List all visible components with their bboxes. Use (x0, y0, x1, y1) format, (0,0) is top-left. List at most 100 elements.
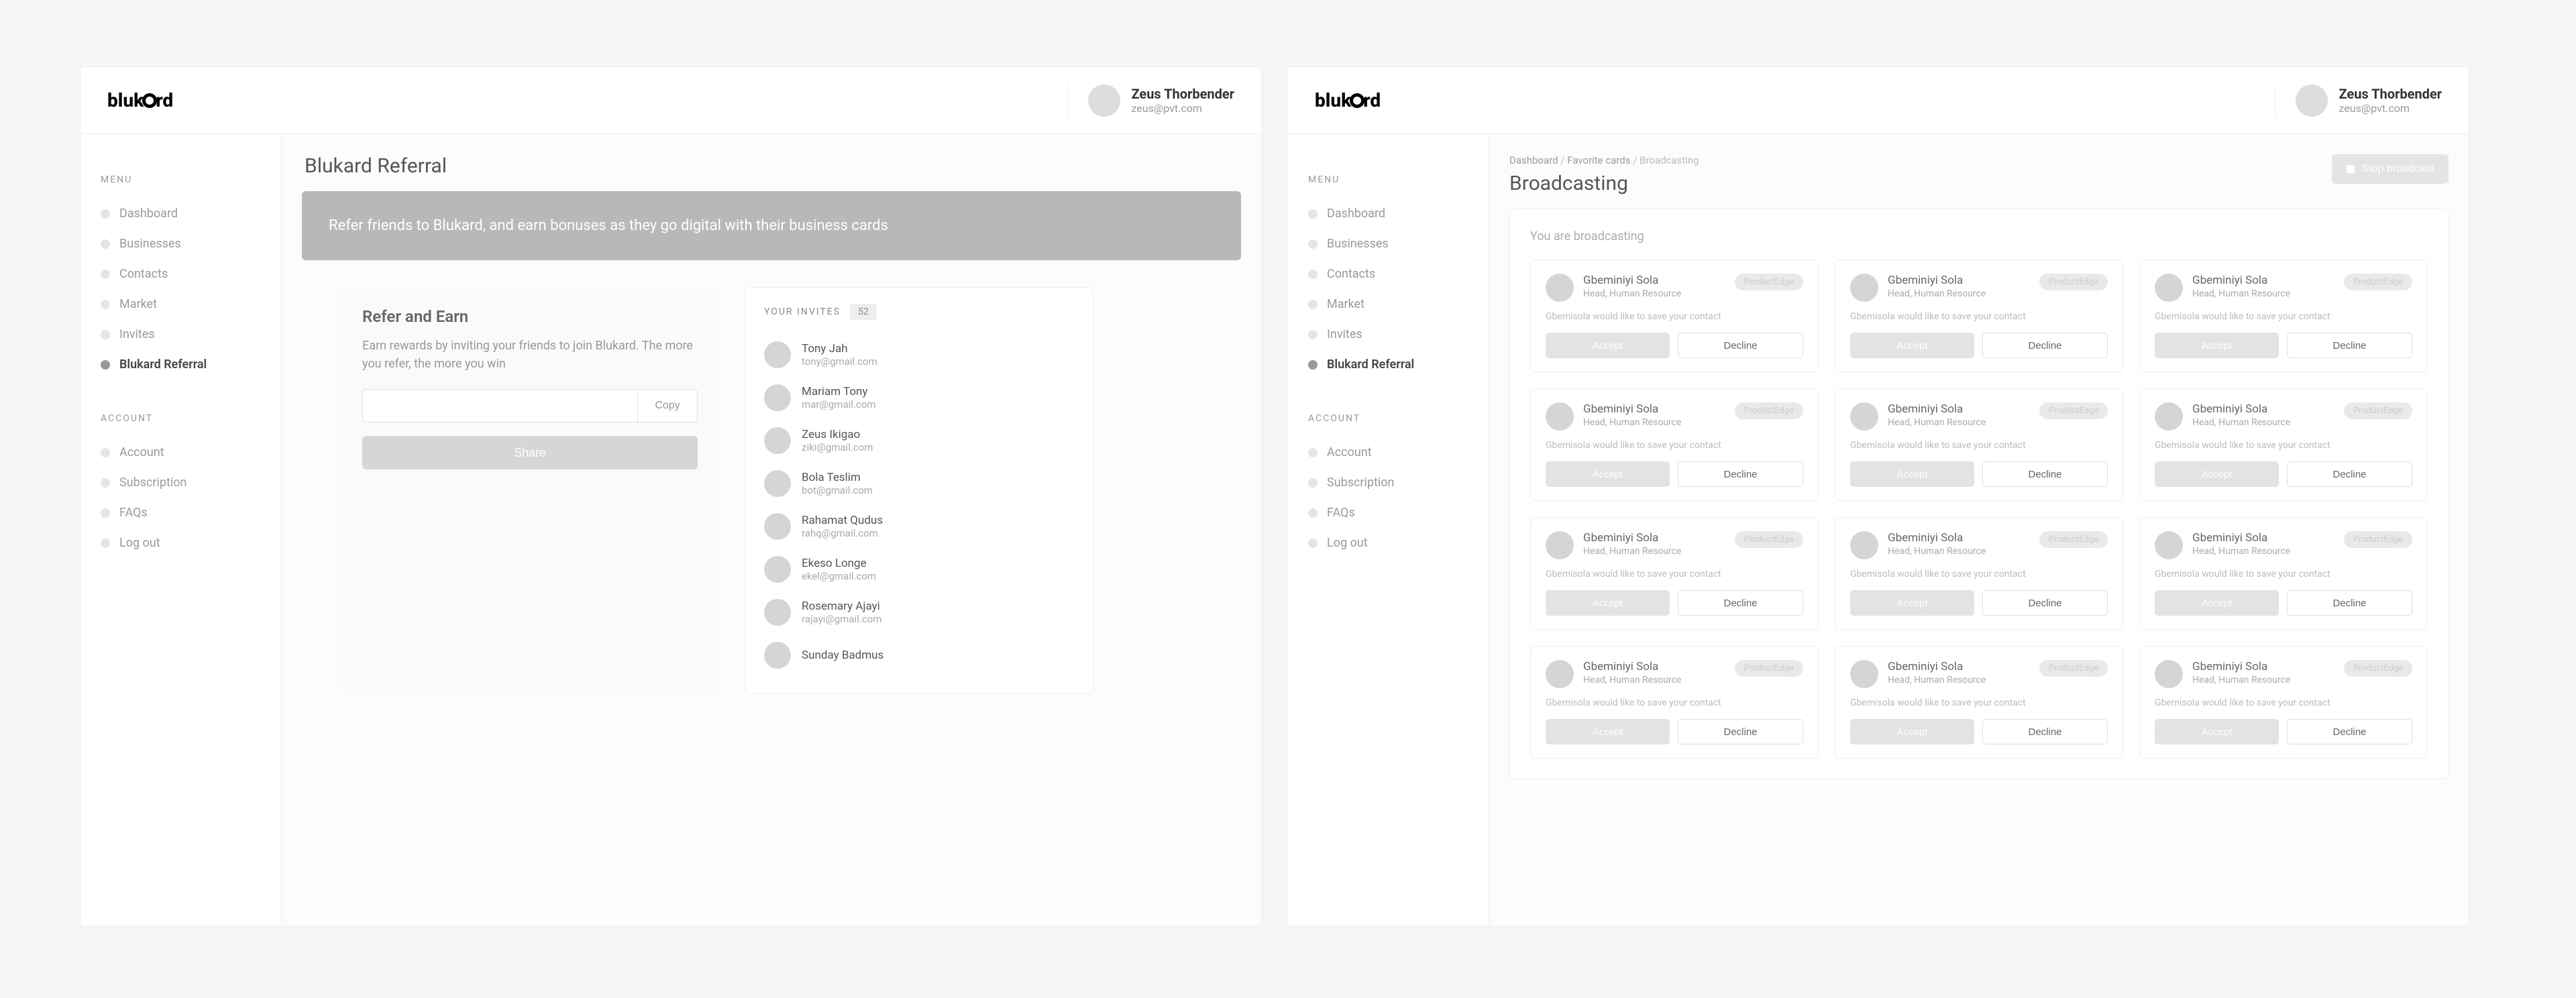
invite-avatar (764, 556, 791, 583)
user-box[interactable]: Zeus Thorbender zeus@pvt.com (1067, 85, 1234, 117)
accept-button[interactable]: Accept (1850, 719, 1974, 744)
invite-item[interactable]: Tony Jahtony@gmail.com (764, 333, 1074, 376)
page-title: Blukard Referral (305, 154, 1241, 178)
sidebar-item-businesses[interactable]: Businesses (101, 229, 261, 259)
nav-dot-icon (101, 239, 110, 249)
sidebar-item-log-out[interactable]: Log out (1308, 528, 1468, 558)
sidebar-item-log-out[interactable]: Log out (101, 528, 261, 558)
sidebar-item-market[interactable]: Market (1308, 289, 1468, 319)
card-name: Gbeminiyi Sola (1888, 402, 1986, 416)
nav-dot-icon (101, 300, 110, 309)
sidebar-item-invites[interactable]: Invites (101, 319, 261, 349)
card-avatar (2155, 274, 2183, 302)
card-badge: ProductEdge (2344, 402, 2412, 419)
invite-item[interactable]: Sunday Badmus (764, 634, 1074, 677)
decline-button[interactable]: Decline (1982, 333, 2108, 358)
invite-item[interactable]: Bola Teslimbot@gmail.com (764, 462, 1074, 505)
decline-button[interactable]: Decline (1678, 719, 1803, 744)
invite-item[interactable]: Zeus Ikigaoziki@gmail.com (764, 419, 1074, 462)
decline-button[interactable]: Decline (2287, 461, 2412, 487)
sidebar-item-label: Log out (1327, 536, 1368, 550)
sidebar-item-subscription[interactable]: Subscription (1308, 467, 1468, 498)
decline-button[interactable]: Decline (1678, 461, 1803, 487)
sidebar-item-faqs[interactable]: FAQs (101, 498, 261, 528)
invite-avatar (764, 470, 791, 497)
card-name: Gbeminiyi Sola (2192, 531, 2290, 545)
card-avatar (2155, 402, 2183, 431)
invites-title: YOUR INVITES (764, 307, 841, 317)
contact-card: Gbeminiyi Sola Head, Human Resource Prod… (2139, 646, 2428, 759)
card-message: Gbemisola would like to save your contac… (1546, 311, 1803, 322)
invite-item[interactable]: Ekeso Longeekel@gmail.com (764, 548, 1074, 591)
topbar: blukrd Zeus Thorbender zeus@pvt.com (1288, 67, 2469, 134)
logo[interactable]: blukrd (107, 89, 173, 111)
sidebar-item-account[interactable]: Account (1308, 437, 1468, 467)
share-button[interactable]: Share (362, 436, 698, 469)
card-avatar (2155, 531, 2183, 559)
card-name: Gbeminiyi Sola (2192, 402, 2290, 416)
card-message: Gbemisola would like to save your contac… (1850, 440, 2108, 451)
logo[interactable]: blukrd (1315, 89, 1381, 111)
referral-link-input[interactable] (362, 389, 637, 423)
contact-card: Gbeminiyi Sola Head, Human Resource Prod… (1530, 646, 1819, 759)
sidebar-item-label: FAQs (1327, 506, 1355, 520)
sidebar-item-invites[interactable]: Invites (1308, 319, 1468, 349)
sidebar-item-blukard-referral[interactable]: Blukard Referral (1308, 349, 1468, 380)
card-message: Gbemisola would like to save your contac… (1546, 569, 1803, 579)
invite-item[interactable]: Mariam Tonymar@gmail.com (764, 376, 1074, 419)
accept-button[interactable]: Accept (1546, 590, 1670, 616)
accept-button[interactable]: Accept (1850, 590, 1974, 616)
invite-name: Tony Jah (802, 342, 877, 355)
invite-avatar (764, 642, 791, 669)
stop-broadcast-button[interactable]: Stop broadcast (2332, 154, 2449, 184)
decline-button[interactable]: Decline (2287, 590, 2412, 616)
decline-button[interactable]: Decline (2287, 333, 2412, 358)
sidebar-item-label: Subscription (1327, 476, 1395, 490)
sidebar-item-contacts[interactable]: Contacts (101, 259, 261, 289)
accept-button[interactable]: Accept (1546, 461, 1670, 487)
account-section-title: ACCOUNT (1308, 413, 1468, 424)
invite-item[interactable]: Rahamat Qudusrahq@gmail.com (764, 505, 1074, 548)
logo-icon (1350, 93, 1364, 108)
accept-button[interactable]: Accept (1546, 333, 1670, 358)
decline-button[interactable]: Decline (1982, 719, 2108, 744)
sidebar-item-blukard-referral[interactable]: Blukard Referral (101, 349, 261, 380)
sidebar-item-dashboard[interactable]: Dashboard (1308, 199, 1468, 229)
sidebar-item-account[interactable]: Account (101, 437, 261, 467)
invite-avatar (764, 384, 791, 411)
sidebar-item-label: Log out (119, 536, 160, 550)
sidebar-item-subscription[interactable]: Subscription (101, 467, 261, 498)
decline-button[interactable]: Decline (1982, 461, 2108, 487)
accept-button[interactable]: Accept (2155, 719, 2279, 744)
sidebar-item-contacts[interactable]: Contacts (1308, 259, 1468, 289)
card-avatar (1546, 274, 1574, 302)
logo-icon (142, 93, 157, 108)
referral-banner: Refer friends to Blukard, and earn bonus… (302, 191, 1241, 260)
accept-button[interactable]: Accept (2155, 333, 2279, 358)
accept-button[interactable]: Accept (1850, 461, 1974, 487)
accept-button[interactable]: Accept (1850, 333, 1974, 358)
decline-button[interactable]: Decline (1678, 333, 1803, 358)
card-message: Gbemisola would like to save your contac… (2155, 440, 2412, 451)
decline-button[interactable]: Decline (2287, 719, 2412, 744)
accept-button[interactable]: Accept (1546, 719, 1670, 744)
contact-card: Gbeminiyi Sola Head, Human Resource Prod… (2139, 388, 2428, 501)
accept-button[interactable]: Accept (2155, 461, 2279, 487)
nav-dot-icon (1308, 209, 1318, 219)
nav-dot-icon (101, 209, 110, 219)
nav-dot-icon (101, 539, 110, 548)
nav-dot-icon (101, 270, 110, 279)
accept-button[interactable]: Accept (2155, 590, 2279, 616)
user-box[interactable]: Zeus Thorbender zeus@pvt.com (2275, 85, 2442, 117)
decline-button[interactable]: Decline (1678, 590, 1803, 616)
invite-item[interactable]: Rosemary Ajayirajayi@gmail.com (764, 591, 1074, 634)
card-avatar (2155, 660, 2183, 688)
crumb-favorite[interactable]: Favorite cards (1567, 154, 1630, 166)
crumb-dashboard[interactable]: Dashboard (1509, 154, 1558, 166)
sidebar-item-businesses[interactable]: Businesses (1308, 229, 1468, 259)
decline-button[interactable]: Decline (1982, 590, 2108, 616)
sidebar-item-market[interactable]: Market (101, 289, 261, 319)
sidebar-item-dashboard[interactable]: Dashboard (101, 199, 261, 229)
sidebar-item-faqs[interactable]: FAQs (1308, 498, 1468, 528)
copy-button[interactable]: Copy (637, 389, 698, 423)
